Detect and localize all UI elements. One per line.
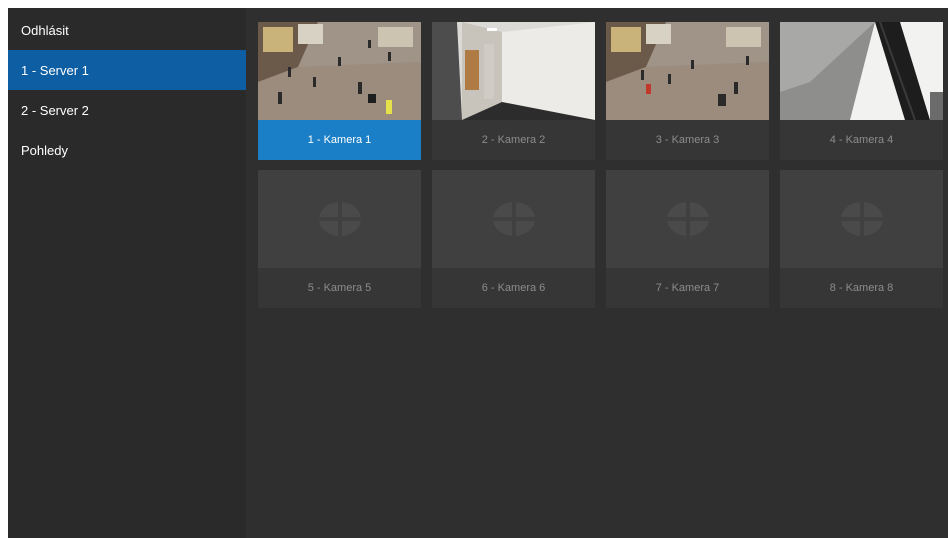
sidebar-item-views[interactable]: Pohledy [8,130,246,170]
camera-preview-street [258,22,421,120]
camera-placeholder-icon [491,201,536,237]
camera-preview-ceiling [780,22,943,120]
camera-tile-4[interactable]: 4 - Kamera 4 [780,22,943,160]
camera-preview-placeholder [606,170,769,268]
camera-tile-5[interactable]: 5 - Kamera 5 [258,170,421,308]
sidebar-item-label: Odhlásit [21,22,69,38]
app-window: Odhlásit 1 - Server 1 2 - Server 2 Pohle… [8,8,948,538]
sidebar-item-label: 2 - Server 2 [21,102,89,118]
camera-tile-1[interactable]: 1 - Kamera 1 [258,22,421,160]
camera-label: 1 - Kamera 1 [258,120,421,160]
camera-preview-placeholder [432,170,595,268]
camera-preview-placeholder [780,170,943,268]
sidebar-item-label: 1 - Server 1 [21,62,89,78]
camera-label: 2 - Kamera 2 [432,120,595,160]
camera-preview-street [606,22,769,120]
camera-tile-7[interactable]: 7 - Kamera 7 [606,170,769,308]
camera-label: 5 - Kamera 5 [258,268,421,308]
sidebar: Odhlásit 1 - Server 1 2 - Server 2 Pohle… [8,8,246,538]
camera-label: 7 - Kamera 7 [606,268,769,308]
sidebar-item-label: Pohledy [21,142,68,158]
camera-tile-6[interactable]: 6 - Kamera 6 [432,170,595,308]
camera-label: 3 - Kamera 3 [606,120,769,160]
camera-placeholder-icon [317,201,362,237]
camera-placeholder-icon [839,201,884,237]
camera-preview-placeholder [258,170,421,268]
camera-tile-2[interactable]: 2 - Kamera 2 [432,22,595,160]
camera-label: 6 - Kamera 6 [432,268,595,308]
camera-label: 4 - Kamera 4 [780,120,943,160]
sidebar-item-server-2[interactable]: 2 - Server 2 [8,90,246,130]
camera-preview-corridor [432,22,595,120]
camera-placeholder-icon [665,201,710,237]
camera-label: 8 - Kamera 8 [780,268,943,308]
sidebar-item-server-1[interactable]: 1 - Server 1 [8,50,246,90]
camera-tile-8[interactable]: 8 - Kamera 8 [780,170,943,308]
camera-tile-3[interactable]: 3 - Kamera 3 [606,22,769,160]
sidebar-item-logout[interactable]: Odhlásit [8,10,246,50]
